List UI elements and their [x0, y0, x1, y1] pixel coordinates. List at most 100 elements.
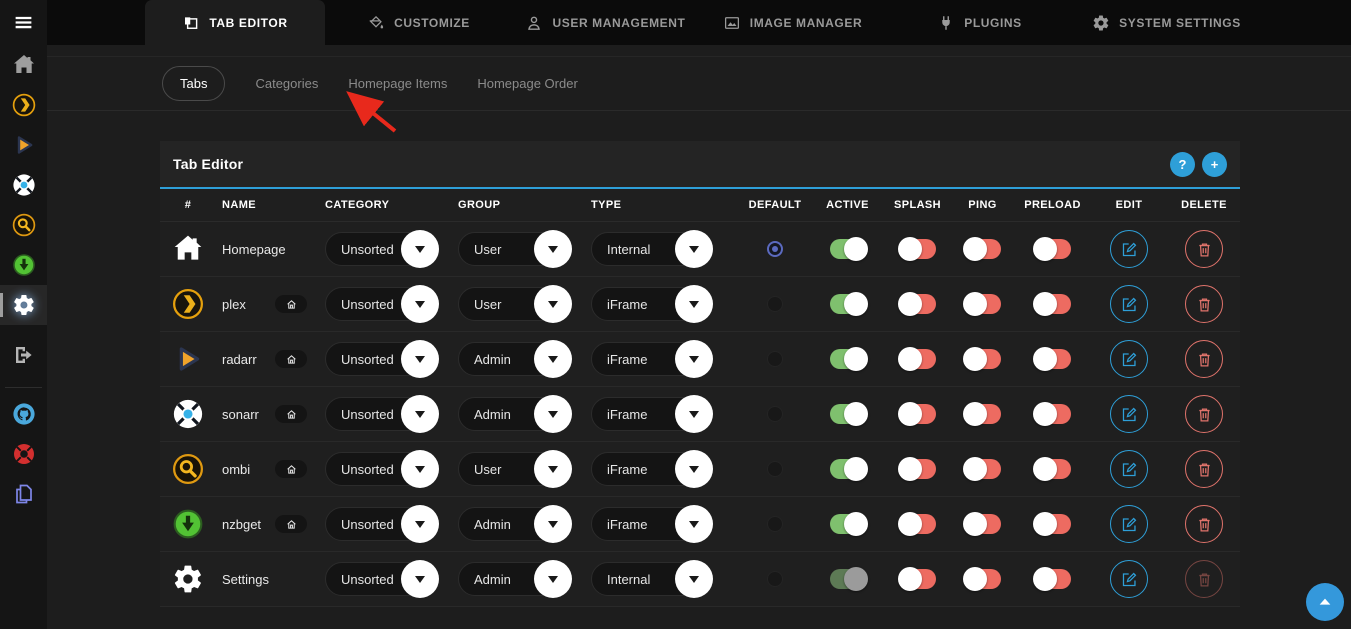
group-select[interactable]: Admin	[458, 342, 570, 376]
sidebar-item-home[interactable]	[0, 45, 47, 85]
type-select[interactable]: Internal	[591, 232, 711, 266]
help-button[interactable]: ?	[1170, 152, 1195, 177]
default-radio[interactable]	[767, 571, 783, 587]
splash-toggle[interactable]	[900, 349, 936, 369]
sidebar-item-radarr[interactable]	[0, 125, 47, 165]
menu-button[interactable]	[0, 0, 47, 45]
sidebar-item-settings[interactable]	[0, 285, 47, 325]
sub-tab-categories[interactable]: Categories	[255, 76, 318, 91]
default-radio[interactable]	[767, 296, 783, 312]
splash-toggle[interactable]	[900, 294, 936, 314]
type-select[interactable]: iFrame	[591, 342, 711, 376]
default-radio[interactable]	[767, 351, 783, 367]
category-select[interactable]: Unsorted	[325, 232, 437, 266]
edit-button[interactable]	[1110, 285, 1148, 323]
preload-toggle[interactable]	[1035, 459, 1071, 479]
edit-button[interactable]	[1110, 505, 1148, 543]
ping-toggle[interactable]	[965, 459, 1001, 479]
delete-button[interactable]	[1185, 285, 1223, 323]
type-select[interactable]: iFrame	[591, 507, 711, 541]
edit-button[interactable]	[1110, 450, 1148, 488]
type-select[interactable]: iFrame	[591, 452, 711, 486]
active-toggle[interactable]	[830, 349, 866, 369]
splash-toggle[interactable]	[900, 514, 936, 534]
sub-tab-homepage-items[interactable]: Homepage Items	[348, 76, 447, 91]
group-select[interactable]: Admin	[458, 562, 570, 596]
top-tab-customize[interactable]: CUSTOMIZE	[325, 0, 512, 45]
sidebar-item-github[interactable]	[0, 394, 47, 434]
preload-toggle[interactable]	[1035, 514, 1071, 534]
edit-button[interactable]	[1110, 340, 1148, 378]
active-toggle[interactable]	[830, 239, 866, 259]
ping-toggle[interactable]	[965, 569, 1001, 589]
active-toggle[interactable]	[830, 404, 866, 424]
category-select[interactable]: Unsorted	[325, 452, 437, 486]
default-radio[interactable]	[767, 406, 783, 422]
group-select[interactable]: User	[458, 452, 570, 486]
splash-toggle[interactable]	[900, 569, 936, 589]
top-tab-image-manager[interactable]: IMAGE MANAGER	[699, 0, 886, 45]
preload-toggle[interactable]	[1035, 349, 1071, 369]
splash-toggle[interactable]	[900, 459, 936, 479]
edit-button[interactable]	[1110, 395, 1148, 433]
edit-button[interactable]	[1110, 230, 1148, 268]
top-tab-user-management[interactable]: USER MANAGEMENT	[512, 0, 699, 45]
category-select[interactable]: Unsorted	[325, 507, 437, 541]
type-select[interactable]: iFrame	[591, 397, 711, 431]
selected-option: Internal	[607, 572, 650, 587]
ping-toggle[interactable]	[965, 404, 1001, 424]
sub-tab-tabs[interactable]: Tabs	[162, 66, 225, 101]
preload-toggle[interactable]	[1035, 294, 1071, 314]
splash-toggle[interactable]	[900, 404, 936, 424]
delete-button[interactable]	[1185, 450, 1223, 488]
active-toggle[interactable]	[830, 459, 866, 479]
ping-toggle[interactable]	[965, 294, 1001, 314]
splash-toggle[interactable]	[900, 239, 936, 259]
delete-button[interactable]	[1185, 505, 1223, 543]
top-tab-system-settings[interactable]: SYSTEM SETTINGS	[1073, 0, 1260, 45]
sidebar-item-sonarr[interactable]	[0, 165, 47, 205]
edit-button[interactable]	[1110, 560, 1148, 598]
preload-toggle[interactable]	[1035, 239, 1071, 259]
sidebar-item-ombi[interactable]	[0, 205, 47, 245]
active-toggle[interactable]	[830, 514, 866, 534]
preload-toggle[interactable]	[1035, 404, 1071, 424]
preload-toggle[interactable]	[1035, 569, 1071, 589]
sidebar-item-logout[interactable]	[0, 335, 47, 375]
ping-toggle[interactable]	[965, 349, 1001, 369]
default-radio[interactable]	[767, 461, 783, 477]
category-select[interactable]: Unsorted	[325, 287, 437, 321]
type-select[interactable]: Internal	[591, 562, 711, 596]
top-tab-plugins[interactable]: PLUGINS	[886, 0, 1073, 45]
ping-cell	[950, 514, 1015, 534]
ping-toggle[interactable]	[965, 514, 1001, 534]
top-tab-tab-editor[interactable]: TAB EDITOR	[145, 0, 325, 45]
category-select[interactable]: Unsorted	[325, 397, 437, 431]
active-toggle[interactable]	[830, 294, 866, 314]
ping-toggle[interactable]	[965, 239, 1001, 259]
edit-cell	[1090, 340, 1168, 378]
sidebar-item-support[interactable]	[0, 434, 47, 474]
type-select[interactable]: iFrame	[591, 287, 711, 321]
homepage-badge	[275, 405, 307, 423]
default-radio[interactable]	[767, 241, 783, 257]
group-select[interactable]: User	[458, 232, 570, 266]
default-radio[interactable]	[767, 516, 783, 532]
sub-tab-homepage-order[interactable]: Homepage Order	[477, 76, 577, 91]
sidebar-item-docs[interactable]	[0, 474, 47, 514]
sidebar-item-plex[interactable]	[0, 85, 47, 125]
sidebar-item-nzbget[interactable]	[0, 245, 47, 285]
group-select[interactable]: Admin	[458, 397, 570, 431]
active-toggle[interactable]	[830, 569, 866, 589]
scroll-to-top-button[interactable]	[1306, 583, 1344, 621]
category-select[interactable]: Unsorted	[325, 342, 437, 376]
category-select[interactable]: Unsorted	[325, 562, 437, 596]
add-tab-button[interactable]: +	[1202, 152, 1227, 177]
delete-button[interactable]	[1185, 230, 1223, 268]
row-icon-cell	[160, 453, 216, 485]
chevron-down-icon	[401, 395, 439, 433]
delete-button[interactable]	[1185, 395, 1223, 433]
delete-button[interactable]	[1185, 340, 1223, 378]
group-select[interactable]: User	[458, 287, 570, 321]
group-select[interactable]: Admin	[458, 507, 570, 541]
